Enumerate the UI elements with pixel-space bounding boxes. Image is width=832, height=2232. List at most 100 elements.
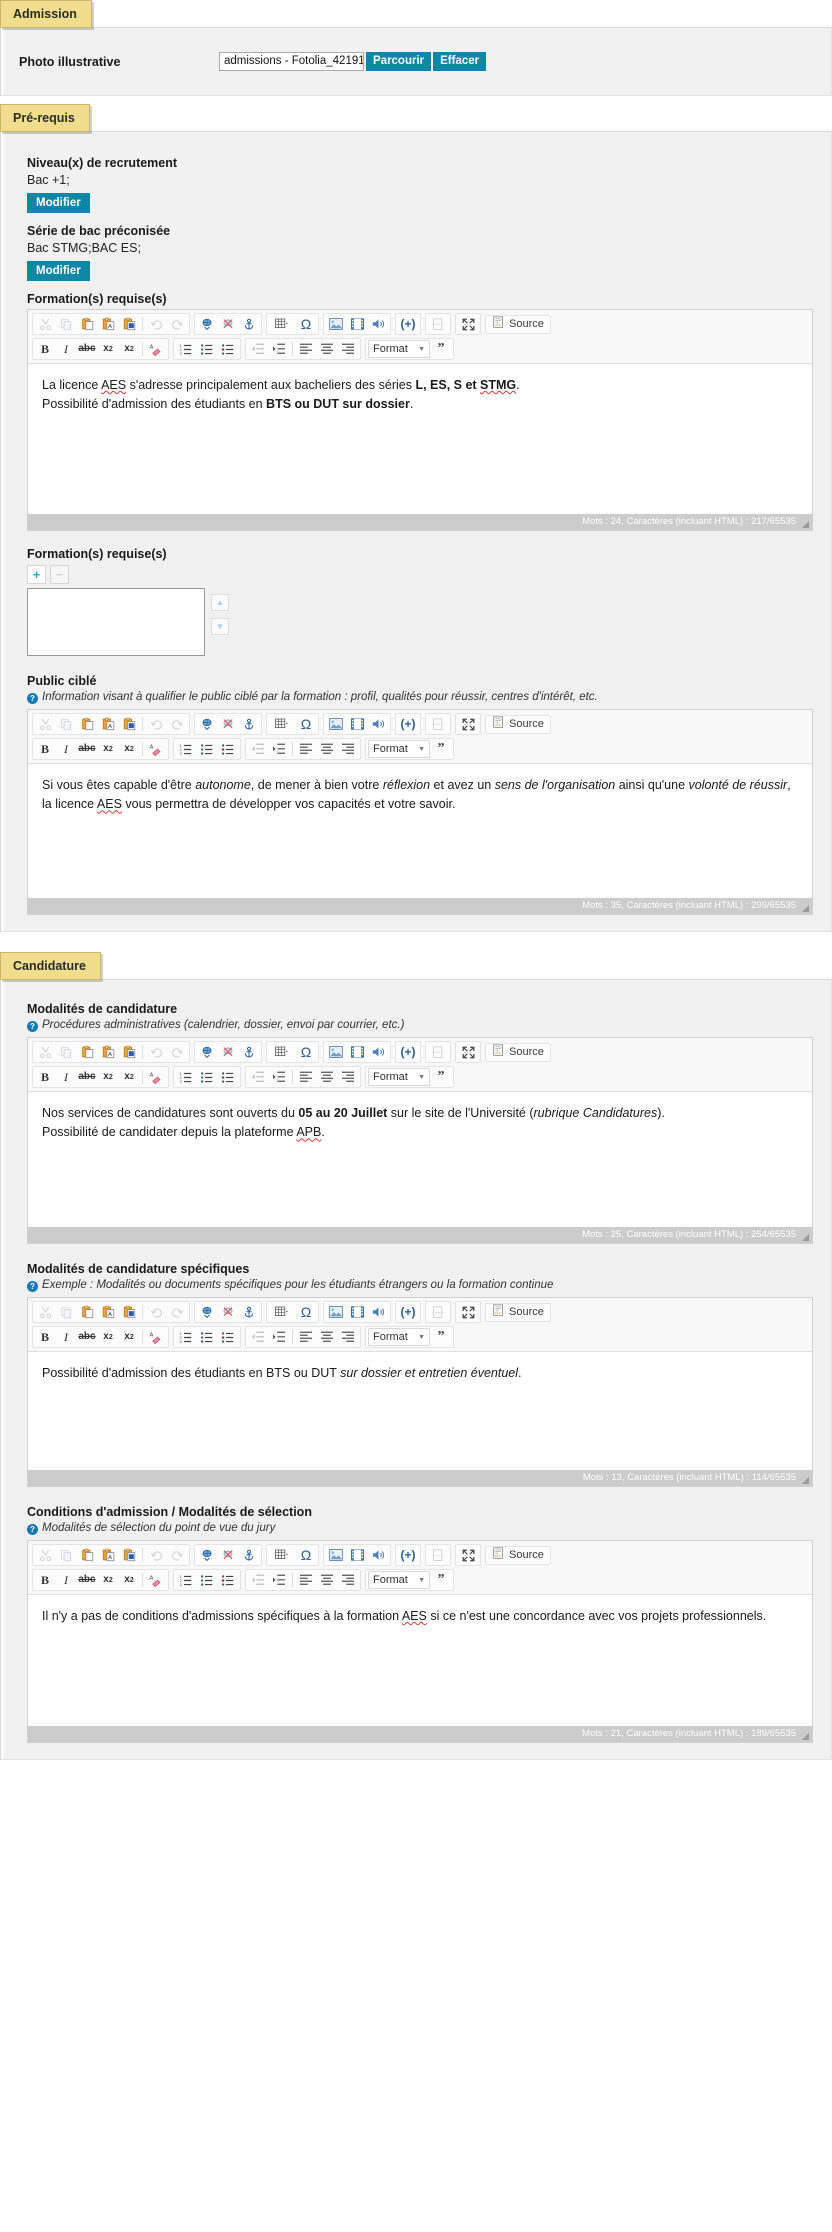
blockquote-icon[interactable]: ” xyxy=(431,340,451,358)
strike-icon[interactable]: abc xyxy=(77,1571,97,1589)
copy-icon[interactable] xyxy=(56,1043,76,1061)
numbered-list-icon[interactable]: 123 xyxy=(176,340,196,358)
resize-grip[interactable] xyxy=(802,1234,809,1241)
anchor-icon[interactable] xyxy=(239,1303,259,1321)
todo-list-icon[interactable] xyxy=(218,340,238,358)
source-button[interactable]: </> Source xyxy=(485,1042,551,1062)
audio-icon[interactable] xyxy=(368,1303,388,1321)
clear-button[interactable]: Effacer xyxy=(433,52,487,71)
photo-filename-input[interactable]: admissions - Fotolia_421912 xyxy=(219,52,364,71)
link-icon[interactable] xyxy=(197,1043,217,1061)
maximize-icon[interactable] xyxy=(458,715,478,733)
copy-icon[interactable] xyxy=(56,315,76,333)
page-break-icon[interactable] xyxy=(428,715,448,733)
image-icon[interactable] xyxy=(326,1303,346,1321)
table-icon[interactable] xyxy=(269,1546,295,1564)
blockquote-icon[interactable]: ” xyxy=(431,740,451,758)
page-break-icon[interactable] xyxy=(428,1303,448,1321)
unlink-icon[interactable] xyxy=(218,315,238,333)
maximize-icon[interactable] xyxy=(458,1303,478,1321)
link-icon[interactable] xyxy=(197,1546,217,1564)
resize-grip[interactable] xyxy=(802,1733,809,1740)
align-left-icon[interactable] xyxy=(296,740,316,758)
audio-icon[interactable] xyxy=(368,1043,388,1061)
align-center-icon[interactable] xyxy=(317,1068,337,1086)
cut-icon[interactable] xyxy=(35,315,55,333)
align-right-icon[interactable] xyxy=(338,1068,358,1086)
source-button[interactable]: </> Source xyxy=(485,714,551,734)
bulleted-list-icon[interactable] xyxy=(197,1328,217,1346)
indent-icon[interactable] xyxy=(269,340,289,358)
flash-icon[interactable] xyxy=(347,1043,367,1061)
cut-icon[interactable] xyxy=(35,1043,55,1061)
bold-icon[interactable]: B xyxy=(35,1328,55,1346)
paste-text-icon[interactable]: A xyxy=(98,1043,118,1061)
source-button[interactable]: </> Source xyxy=(485,1545,551,1565)
page-break-icon[interactable] xyxy=(428,315,448,333)
italic-icon[interactable]: I xyxy=(56,1571,76,1589)
move-up-icon[interactable]: ▲ xyxy=(211,594,229,611)
paste-icon[interactable] xyxy=(77,715,97,733)
unlink-icon[interactable] xyxy=(218,715,238,733)
link-icon[interactable] xyxy=(197,715,217,733)
iframe-icon[interactable]: (+) xyxy=(398,1043,418,1061)
subscript-icon[interactable]: x2 xyxy=(98,740,118,758)
copy-icon[interactable] xyxy=(56,1303,76,1321)
iframe-icon[interactable]: (+) xyxy=(398,1546,418,1564)
align-center-icon[interactable] xyxy=(317,740,337,758)
iframe-icon[interactable]: (+) xyxy=(398,315,418,333)
align-left-icon[interactable] xyxy=(296,1571,316,1589)
outdent-icon[interactable] xyxy=(248,1571,268,1589)
table-icon[interactable] xyxy=(269,715,295,733)
align-center-icon[interactable] xyxy=(317,340,337,358)
outdent-icon[interactable] xyxy=(248,1328,268,1346)
maximize-icon[interactable] xyxy=(458,1043,478,1061)
special-char-icon[interactable]: Ω xyxy=(296,1303,316,1321)
superscript-icon[interactable]: x2 xyxy=(119,1571,139,1589)
help-icon[interactable]: ? xyxy=(27,1281,38,1292)
paste-text-icon[interactable]: A xyxy=(98,715,118,733)
blockquote-icon[interactable]: ” xyxy=(431,1328,451,1346)
italic-icon[interactable]: I xyxy=(56,340,76,358)
indent-icon[interactable] xyxy=(269,1068,289,1086)
paste-word-icon[interactable] xyxy=(119,715,139,733)
superscript-icon[interactable]: x2 xyxy=(119,1328,139,1346)
align-right-icon[interactable] xyxy=(338,1571,358,1589)
align-right-icon[interactable] xyxy=(338,1328,358,1346)
align-left-icon[interactable] xyxy=(296,1068,316,1086)
image-icon[interactable] xyxy=(326,1043,346,1061)
browse-button[interactable]: Parcourir xyxy=(366,52,432,71)
todo-list-icon[interactable] xyxy=(218,1571,238,1589)
bulleted-list-icon[interactable] xyxy=(197,1571,217,1589)
resize-grip[interactable] xyxy=(802,521,809,528)
resize-grip[interactable] xyxy=(802,1477,809,1484)
numbered-list-icon[interactable]: 123 xyxy=(176,1571,196,1589)
flash-icon[interactable] xyxy=(347,715,367,733)
table-icon[interactable] xyxy=(269,315,295,333)
align-center-icon[interactable] xyxy=(317,1328,337,1346)
cut-icon[interactable] xyxy=(35,1546,55,1564)
strike-icon[interactable]: abc xyxy=(77,340,97,358)
link-icon[interactable] xyxy=(197,1303,217,1321)
strike-icon[interactable]: abc xyxy=(77,1328,97,1346)
modifier-serie-bac-button[interactable]: Modifier xyxy=(27,261,90,281)
special-char-icon[interactable]: Ω xyxy=(296,315,316,333)
format-dropdown[interactable]: Format ▼ xyxy=(368,740,430,758)
paste-text-icon[interactable]: A xyxy=(98,1546,118,1564)
image-icon[interactable] xyxy=(326,715,346,733)
bold-icon[interactable]: B xyxy=(35,340,55,358)
iframe-icon[interactable]: (+) xyxy=(398,1303,418,1321)
remove-format-icon[interactable]: A xyxy=(146,1068,166,1086)
paste-word-icon[interactable] xyxy=(119,1303,139,1321)
editor-content-modalites-specifiques[interactable]: Possibilité d'admission des étudiants en… xyxy=(28,1352,812,1470)
help-icon[interactable]: ? xyxy=(27,693,38,704)
align-right-icon[interactable] xyxy=(338,740,358,758)
bulleted-list-icon[interactable] xyxy=(197,1068,217,1086)
outdent-icon[interactable] xyxy=(248,740,268,758)
undo-icon[interactable] xyxy=(146,1043,166,1061)
format-dropdown[interactable]: Format ▼ xyxy=(368,1328,430,1346)
paste-word-icon[interactable] xyxy=(119,1043,139,1061)
subscript-icon[interactable]: x2 xyxy=(98,1328,118,1346)
unlink-icon[interactable] xyxy=(218,1303,238,1321)
audio-icon[interactable] xyxy=(368,1546,388,1564)
